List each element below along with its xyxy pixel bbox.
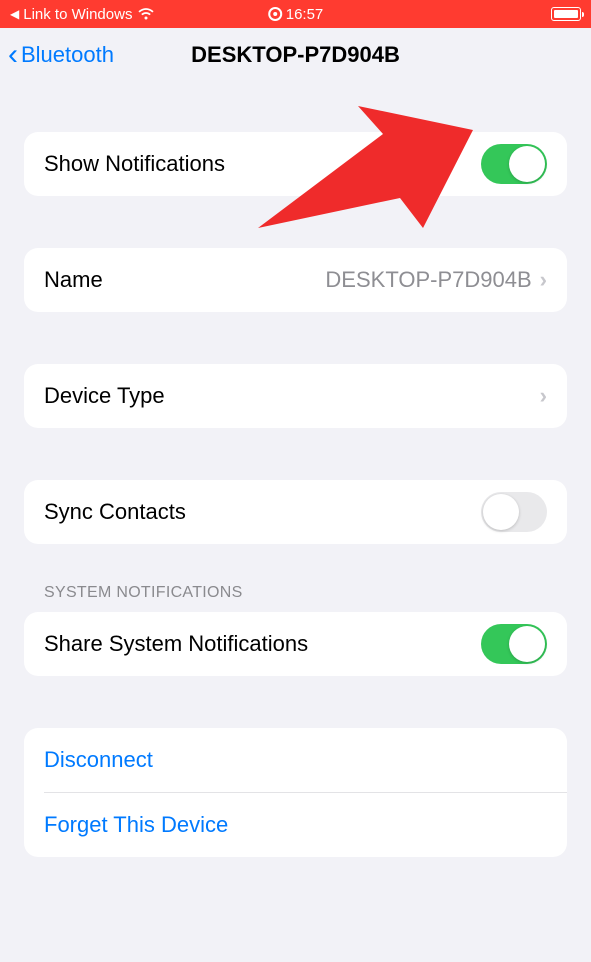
- app-back-icon[interactable]: ◀: [10, 7, 19, 21]
- name-label: Name: [44, 267, 103, 293]
- share-system-notifications-row[interactable]: Share System Notifications: [24, 612, 567, 676]
- battery-icon: [551, 7, 581, 21]
- page-title: DESKTOP-P7D904B: [191, 42, 400, 68]
- forget-device-button[interactable]: Forget This Device: [24, 793, 567, 857]
- sync-contacts-row[interactable]: Sync Contacts: [24, 480, 567, 544]
- back-chevron-icon: ‹: [8, 40, 18, 70]
- show-notifications-toggle[interactable]: [481, 144, 547, 184]
- time: 16:57: [286, 6, 324, 23]
- toggle-knob: [509, 626, 545, 662]
- disconnect-button[interactable]: Disconnect: [24, 728, 567, 792]
- back-button[interactable]: ‹ Bluetooth: [8, 40, 114, 70]
- sync-contacts-group: Sync Contacts: [24, 480, 567, 544]
- toggle-knob: [483, 494, 519, 530]
- sync-contacts-label: Sync Contacts: [44, 499, 186, 525]
- actions-group: Disconnect Forget This Device: [24, 728, 567, 857]
- system-notifications-header: SYSTEM NOTIFICATIONS: [24, 584, 567, 612]
- status-bar-right: [551, 7, 581, 21]
- share-system-notifications-group: Share System Notifications: [24, 612, 567, 676]
- back-label: Bluetooth: [21, 42, 114, 68]
- show-notifications-group: Show Notifications: [24, 132, 567, 196]
- show-notifications-label: Show Notifications: [44, 151, 225, 177]
- share-system-notifications-label: Share System Notifications: [44, 631, 308, 657]
- status-bar-center: 16:57: [268, 6, 324, 23]
- toggle-knob: [509, 146, 545, 182]
- wifi-icon: [136, 7, 156, 21]
- name-group: Name DESKTOP-P7D904B ›: [24, 248, 567, 312]
- app-back-label[interactable]: Link to Windows: [23, 6, 132, 23]
- share-system-notifications-toggle[interactable]: [481, 624, 547, 664]
- recording-icon: [268, 7, 282, 21]
- nav-header: ‹ Bluetooth DESKTOP-P7D904B: [0, 28, 591, 82]
- name-value: DESKTOP-P7D904B: [325, 267, 531, 293]
- chevron-right-icon: ›: [540, 267, 547, 293]
- name-row[interactable]: Name DESKTOP-P7D904B ›: [24, 248, 567, 312]
- status-bar: ◀ Link to Windows 16:57: [0, 0, 591, 28]
- device-type-label: Device Type: [44, 383, 165, 409]
- device-type-row[interactable]: Device Type ›: [24, 364, 567, 428]
- sync-contacts-toggle[interactable]: [481, 492, 547, 532]
- chevron-right-icon: ›: [540, 383, 547, 409]
- status-bar-left: ◀ Link to Windows: [10, 6, 156, 23]
- device-type-group: Device Type ›: [24, 364, 567, 428]
- show-notifications-row[interactable]: Show Notifications: [24, 132, 567, 196]
